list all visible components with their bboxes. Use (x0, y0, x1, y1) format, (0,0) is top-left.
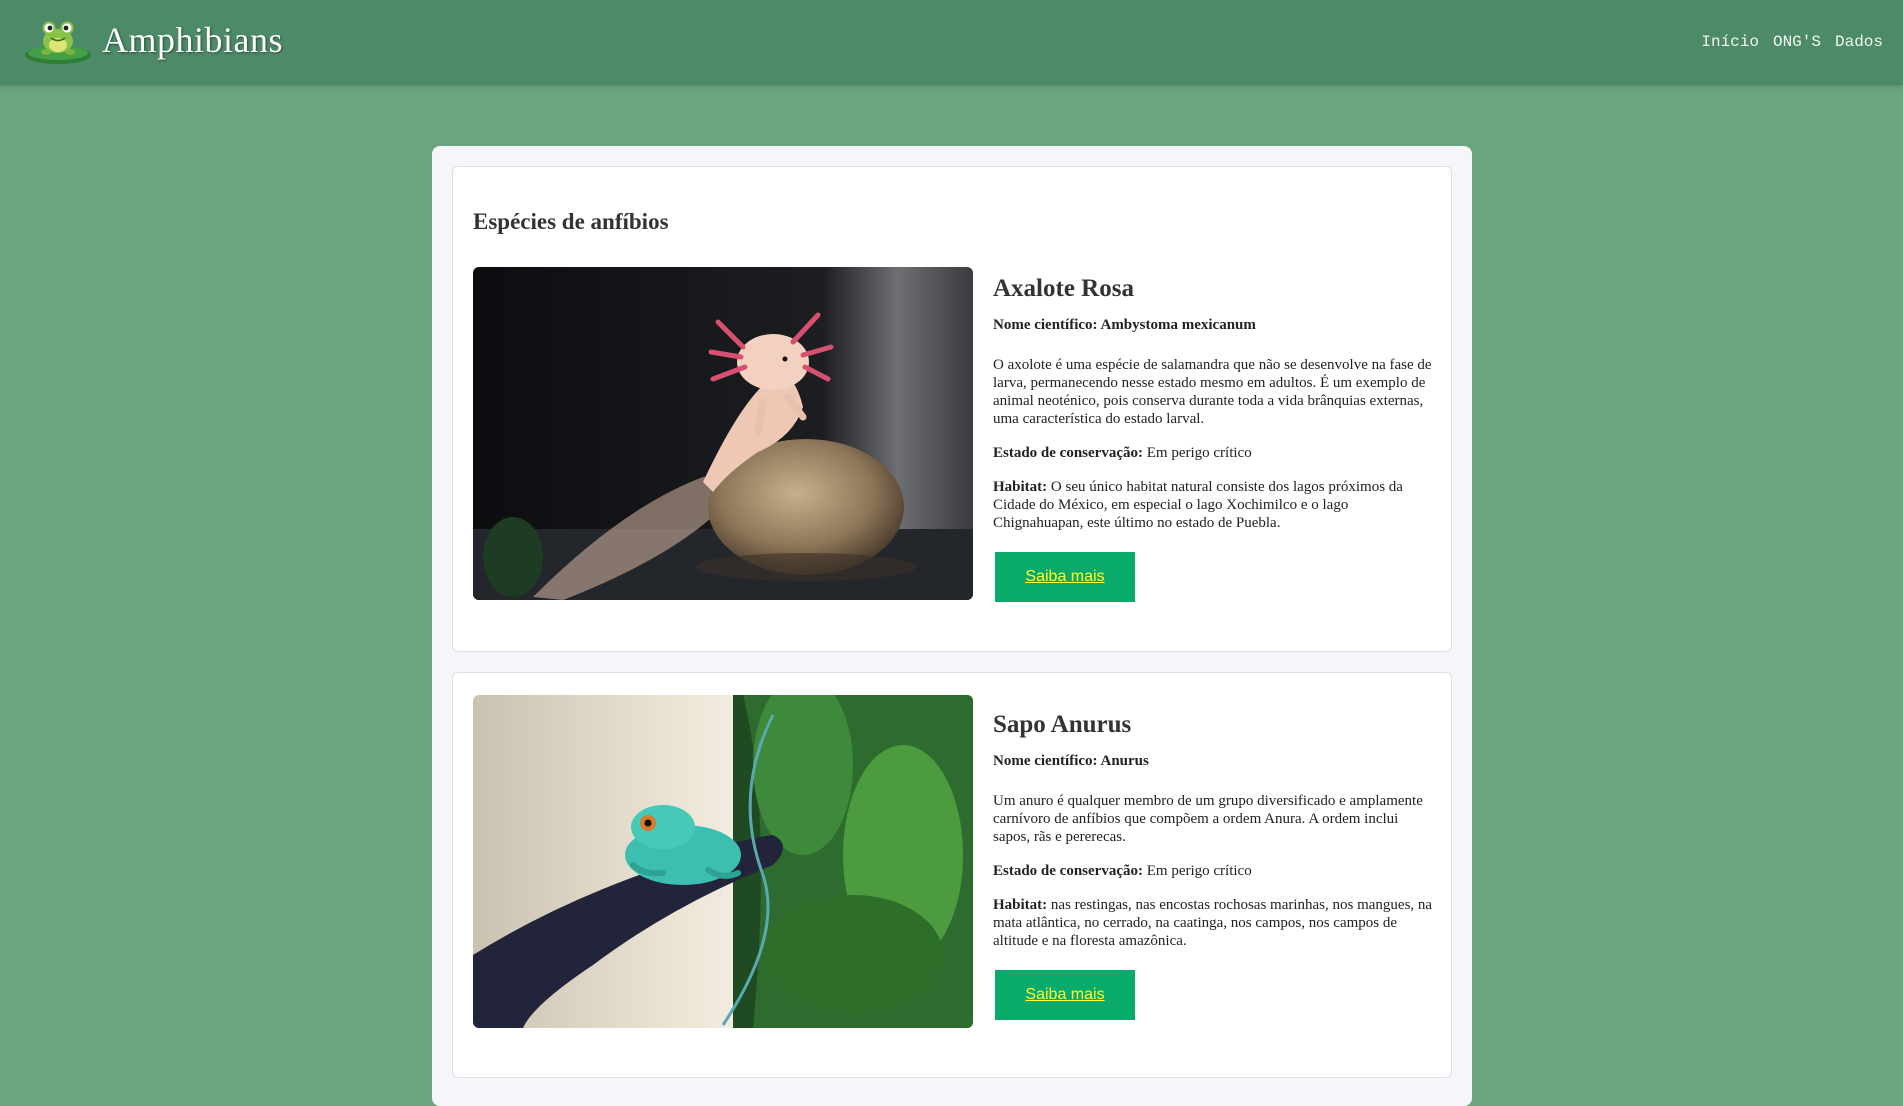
nav-link-dados[interactable]: Dados (1835, 33, 1883, 51)
main-nav: Início ONG'S Dados (1701, 33, 1883, 51)
species-description: O axolote é uma espécie de salamandra qu… (993, 357, 1432, 427)
species-description: Um anuro é qualquer membro de um grupo d… (993, 793, 1423, 845)
brand-name: Amphibians (102, 20, 283, 60)
scientific-name: Nome científico: Anurus (993, 753, 1149, 769)
species-container: Espécies de anfíbios Axalote Rosa Nome c… (432, 146, 1472, 1106)
section-title: Espécies de anfíbios (473, 209, 669, 234)
nav-link-ongs[interactable]: ONG'S (1773, 33, 1821, 51)
species-info: Sapo Anurus Nome científico: Anurus Um a… (993, 711, 1433, 1020)
conservation-status: Estado de conservação: Em perigo crítico (993, 445, 1252, 461)
frog-logo-icon (25, 21, 91, 64)
species-info: Axalote Rosa Nome científico: Ambystoma … (993, 275, 1433, 602)
saiba-mais-button[interactable]: Saiba mais (995, 970, 1135, 1020)
conservation-status: Estado de conservação: Em perigo crítico (993, 863, 1252, 879)
species-card-axolotl: Espécies de anfíbios Axalote Rosa Nome c… (452, 166, 1452, 652)
saiba-mais-button[interactable]: Saiba mais (995, 552, 1135, 602)
nav-link-inicio[interactable]: Início (1701, 33, 1759, 51)
frog-image (473, 695, 973, 1028)
species-name: Sapo Anurus (993, 711, 1132, 738)
top-navbar: Amphibians Início ONG'S Dados (0, 0, 1903, 85)
scientific-name: Nome científico: Ambystoma mexicanum (993, 317, 1256, 333)
brand[interactable]: Amphibians (24, 14, 283, 66)
species-card-frog: Sapo Anurus Nome científico: Anurus Um a… (452, 672, 1452, 1078)
habitat: Habitat: O seu único habitat natural con… (993, 479, 1403, 531)
species-name: Axalote Rosa (993, 275, 1134, 302)
axolotl-image (473, 267, 973, 600)
habitat: Habitat: nas restingas, nas encostas roc… (993, 897, 1433, 949)
